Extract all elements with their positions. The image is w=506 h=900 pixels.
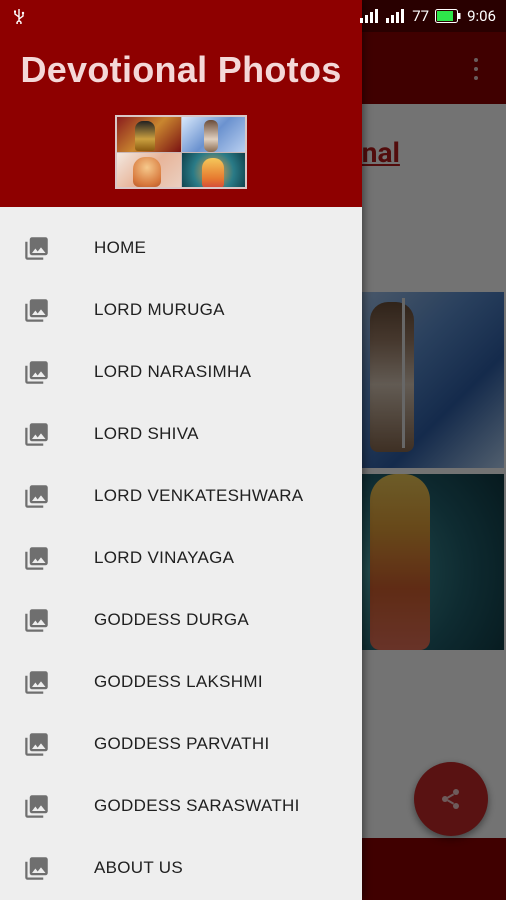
usb-icon [14, 9, 25, 24]
drawer-menu-item-label: GODDESS DURGA [94, 610, 250, 629]
drawer-menu-item-label: LORD SHIVA [94, 424, 199, 443]
drawer-item-lord-muruga[interactable]: LORD MURUGA [0, 279, 362, 341]
drawer-menu-item-label: GODDESS PARVATHI [94, 734, 270, 753]
drawer-menu-item-label: GODDESS LAKSHMI [94, 672, 263, 691]
photo-library-icon [25, 732, 48, 756]
drawer-menu-item-label: LORD VENKATESHWARA [94, 486, 304, 505]
drawer-item-lord-vinayaga[interactable]: LORD VINAYAGA [0, 527, 362, 589]
collage-tile-shiva [181, 117, 245, 152]
drawer-menu-item-label: ABOUT US [94, 858, 183, 877]
drawer-menu-item-label: HOME [94, 238, 147, 257]
signal-bars-icon [386, 9, 405, 23]
battery-level: 77 [412, 7, 430, 25]
clock: 9:06 [467, 7, 496, 25]
signal-bars-icon [360, 9, 379, 23]
drawer-menu: HOME LORD MURUGA LORD NARASIMHA LORD SHI… [0, 217, 362, 899]
collage-tile-vinayaga [117, 152, 181, 187]
drawer-item-about-us[interactable]: ABOUT US [0, 837, 362, 899]
deity-collage-image [115, 115, 247, 189]
photo-library-icon [25, 794, 48, 818]
drawer-menu-item-label: LORD VINAYAGA [94, 548, 235, 567]
status-bar: 77 9:06 [0, 0, 506, 32]
photo-library-icon [25, 608, 48, 632]
photo-library-icon [25, 670, 48, 694]
photo-library-icon [25, 856, 48, 880]
drawer-item-lord-shiva[interactable]: LORD SHIVA [0, 403, 362, 465]
drawer-item-lord-venkateshwara[interactable]: LORD VENKATESHWARA [0, 465, 362, 527]
drawer-item-goddess-parvathi[interactable]: GODDESS PARVATHI [0, 713, 362, 775]
drawer-menu-item-label: GODDESS SARASWATHI [94, 796, 300, 815]
drawer-menu-item-label: LORD NARASIMHA [94, 362, 252, 381]
drawer-menu-item-label: LORD MURUGA [94, 300, 225, 319]
drawer-item-goddess-saraswathi[interactable]: GODDESS SARASWATHI [0, 775, 362, 837]
photo-library-icon [25, 546, 48, 570]
drawer-item-goddess-lakshmi[interactable]: GODDESS LAKSHMI [0, 651, 362, 713]
drawer-item-home[interactable]: HOME [0, 217, 362, 279]
photo-library-icon [25, 484, 48, 508]
drawer-title: Devotional Photos [20, 49, 342, 90]
collage-tile-lakshmi [181, 152, 245, 187]
drawer-item-lord-narasimha[interactable]: LORD NARASIMHA [0, 341, 362, 403]
collage-tile-venkateshwara [117, 117, 181, 152]
photo-library-icon [25, 298, 48, 322]
photo-library-icon [25, 360, 48, 384]
navigation-drawer: Devotional Photos HOME LORD MURUGA LORD … [0, 0, 362, 900]
drawer-item-goddess-durga[interactable]: GODDESS DURGA [0, 589, 362, 651]
battery-icon [435, 9, 461, 23]
photo-library-icon [25, 236, 48, 260]
photo-library-icon [25, 422, 48, 446]
